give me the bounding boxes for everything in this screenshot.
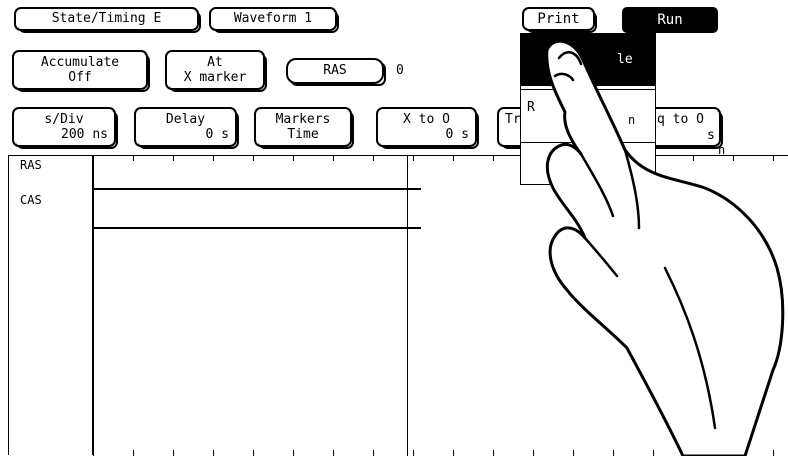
top-tick-row (93, 155, 788, 161)
run-button[interactable]: Run (622, 7, 718, 33)
print-menu-item-3-tail: n (718, 143, 726, 157)
bottom-tick-row (93, 450, 788, 456)
markers-button[interactable]: Markers Time (254, 107, 354, 149)
delay-button[interactable]: Delay 0 s (134, 107, 239, 149)
signal-select-label: RAS (323, 63, 347, 78)
markers-value: Time (287, 127, 319, 142)
signal-select-field[interactable]: RAS (286, 58, 386, 86)
print-button[interactable]: Print (522, 7, 597, 33)
print-popup-menu: le R n n (520, 33, 725, 185)
trigger-partial-label: Tr (505, 112, 521, 127)
cas-trace (93, 227, 421, 229)
waveform-menu-button[interactable]: Waveform 1 (209, 7, 339, 33)
print-menu-item-2[interactable]: R n (521, 89, 655, 140)
run-label: Run (657, 12, 683, 28)
channel-label-ras: RAS (20, 158, 42, 172)
trigger-to-o-label: q to O (657, 112, 704, 127)
state-timing-mode-button[interactable]: State/Timing E (14, 7, 201, 33)
at-marker-button[interactable]: At X marker (165, 50, 267, 92)
sdiv-value: 200 ns (61, 127, 108, 142)
x-to-o-value: 0 s (445, 127, 469, 142)
state-timing-mode-label: State/Timing E (51, 11, 162, 26)
x-to-o-title: X to O (403, 112, 450, 127)
ras-trace (93, 188, 421, 190)
sdiv-title: s/Div (44, 112, 84, 127)
delay-title: Delay (165, 112, 206, 127)
accumulate-value: Off (68, 70, 92, 85)
print-menu-item-1-label: le (617, 52, 633, 67)
accumulate-title: Accumulate (40, 55, 120, 70)
at-marker-title: At (207, 55, 223, 70)
label-panel-divider (92, 155, 94, 455)
accumulate-button[interactable]: Accumulate Off (12, 50, 150, 92)
seconds-per-div-button[interactable]: s/Div 200 ns (12, 107, 118, 149)
channel-label-cas: CAS (20, 193, 42, 207)
x-marker-line[interactable] (407, 155, 408, 456)
signal-value: 0 (396, 63, 404, 78)
at-marker-value: X marker (183, 70, 247, 85)
print-menu-item-2-tail: n (628, 113, 636, 127)
print-menu-item-1[interactable]: le (521, 34, 655, 86)
print-label: Print (537, 11, 580, 27)
print-menu-item-2-label: R (527, 100, 535, 115)
label-panel-border (8, 155, 9, 455)
delay-value: 0 s (205, 127, 229, 142)
x-to-o-button[interactable]: X to O 0 s (376, 107, 479, 149)
print-menu-item-3[interactable]: n (521, 142, 725, 183)
trigger-to-o-value: s (707, 128, 715, 143)
waveform-menu-label: Waveform 1 (233, 11, 313, 26)
markers-title: Markers (275, 112, 331, 127)
